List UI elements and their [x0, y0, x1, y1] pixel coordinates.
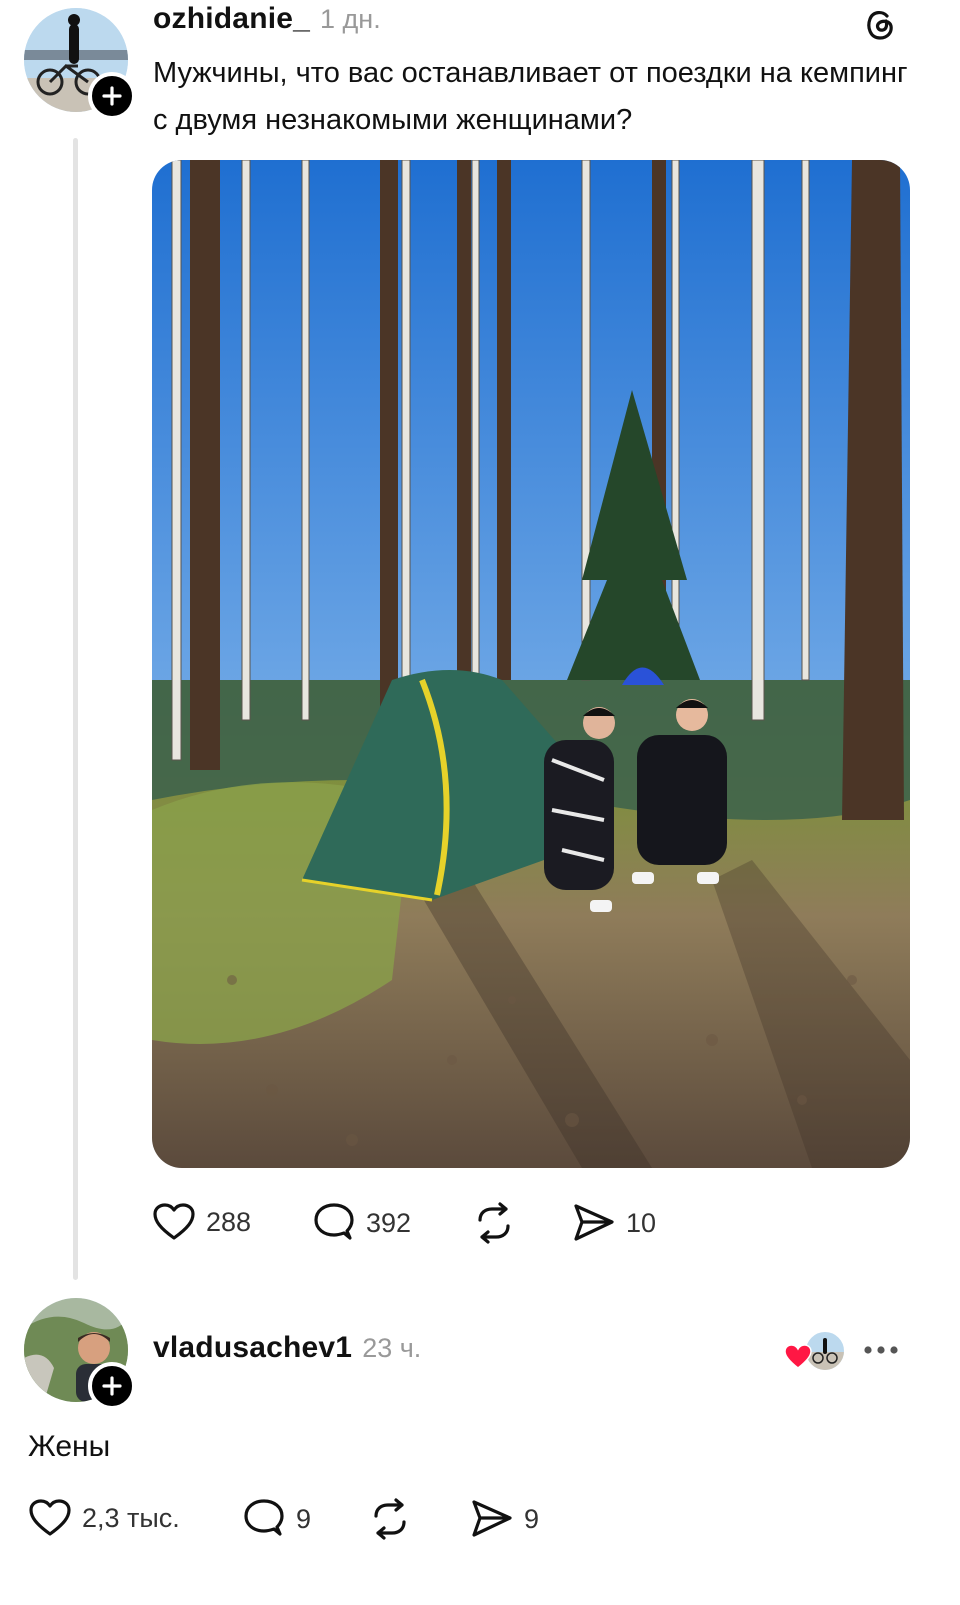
follow-button[interactable]	[88, 72, 136, 120]
heart-icon	[153, 1203, 195, 1240]
reply-follow-button[interactable]	[88, 1362, 136, 1410]
plus-icon	[102, 1376, 122, 1396]
thread-line	[73, 138, 78, 1280]
repost-button[interactable]	[472, 1202, 516, 1244]
repost-icon	[478, 1202, 510, 1244]
post-time: 1 дн.	[320, 4, 381, 34]
reply-comment-count: 9	[296, 1503, 312, 1534]
more-icon	[864, 1346, 898, 1354]
post-image[interactable]	[152, 160, 910, 1168]
reply-repost-button[interactable]	[368, 1498, 412, 1540]
share-button[interactable]: 10	[572, 1202, 656, 1244]
share-count: 10	[626, 1207, 657, 1238]
reply-time: 23 ч.	[362, 1333, 422, 1363]
reply-share-count: 9	[524, 1503, 540, 1534]
plus-icon	[102, 86, 122, 106]
comment-button[interactable]: 392	[312, 1202, 411, 1244]
threads-logo-icon[interactable]	[861, 6, 899, 49]
liked-by-author-badge[interactable]	[784, 1330, 846, 1374]
more-options-button[interactable]	[860, 1340, 904, 1360]
repost-icon	[374, 1498, 406, 1540]
like-count: 288	[206, 1206, 252, 1237]
share-icon	[472, 1500, 512, 1537]
reply-comment-button[interactable]: 9	[242, 1498, 311, 1540]
post-username[interactable]: ozhidanie_	[153, 2, 310, 36]
reply-header: vladusachev1 23 ч.	[153, 1331, 421, 1365]
heart-filled-icon	[784, 1344, 812, 1369]
comment-icon	[244, 1499, 284, 1536]
post-actions: 288 392 10	[152, 1200, 712, 1248]
comment-count: 392	[366, 1207, 412, 1238]
reply-actions: 2,3 тыс. 9 9	[28, 1496, 588, 1544]
comment-icon	[314, 1203, 354, 1240]
reply-text: Жены	[28, 1430, 111, 1463]
heart-icon	[29, 1499, 71, 1536]
camping-photo	[152, 160, 910, 1168]
share-icon	[574, 1204, 614, 1241]
reply-like-button[interactable]: 2,3 тыс.	[28, 1498, 180, 1538]
post-header: ozhidanie_ 1 дн.	[153, 2, 381, 36]
post-text: Мужчины, что вас останавливает от поездк…	[153, 57, 908, 136]
like-button[interactable]: 288	[152, 1202, 251, 1242]
reply-username[interactable]: vladusachev1	[153, 1331, 352, 1365]
reply-share-button[interactable]: 9	[470, 1498, 539, 1540]
reply-like-count: 2,3 тыс.	[82, 1502, 180, 1533]
